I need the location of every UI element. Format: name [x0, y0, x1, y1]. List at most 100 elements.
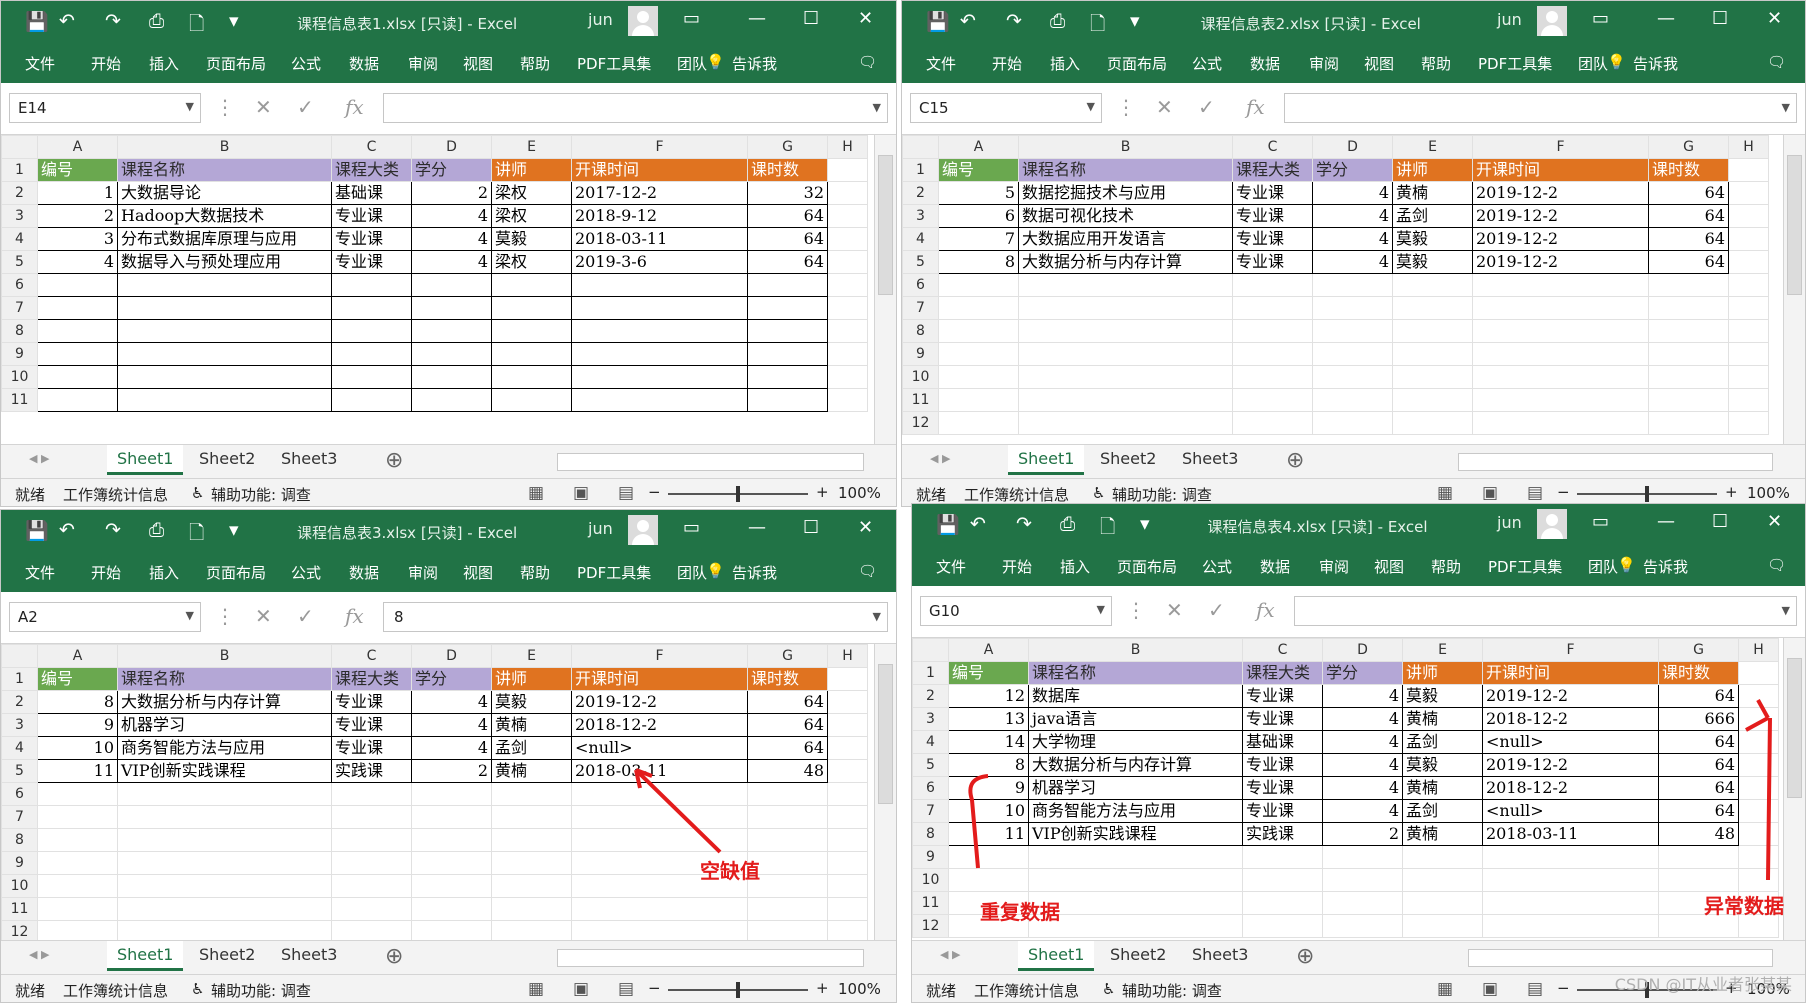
cell[interactable]: [747, 319, 828, 343]
cell[interactable]: [1392, 296, 1473, 320]
select-all-corner[interactable]: [902, 135, 939, 159]
row-header[interactable]: 11: [912, 891, 949, 915]
menu-item[interactable]: 告诉我: [1633, 53, 1678, 74]
menu-item[interactable]: 帮助: [1431, 556, 1461, 577]
cell[interactable]: [1232, 319, 1313, 343]
cell[interactable]: 莫毅: [1392, 250, 1473, 274]
cell[interactable]: [1728, 273, 1769, 297]
accessibility-icon[interactable]: ♿: [191, 484, 204, 502]
cell[interactable]: [1232, 388, 1313, 412]
add-sheet-icon[interactable]: ⊕: [1296, 944, 1314, 969]
status-stats[interactable]: 工作簿统计信息: [974, 980, 1079, 1001]
row-header[interactable]: 2: [1, 690, 38, 714]
column-header[interactable]: G: [747, 644, 828, 668]
new-file-icon[interactable]: 🗋: [1090, 10, 1105, 42]
cell[interactable]: [37, 805, 118, 829]
cell[interactable]: [411, 365, 492, 389]
scrollbar-thumb[interactable]: [878, 155, 893, 295]
menu-item[interactable]: 页面布局: [1107, 53, 1167, 74]
row-header[interactable]: 4: [902, 227, 939, 251]
cell[interactable]: [491, 897, 572, 921]
cell[interactable]: [571, 897, 748, 921]
header-cell[interactable]: 学分: [411, 158, 492, 182]
menu-item[interactable]: 帮助: [520, 53, 550, 74]
cell[interactable]: 2019-12-2: [571, 690, 748, 714]
cell[interactable]: [37, 874, 118, 898]
add-sheet-icon[interactable]: ⊕: [385, 448, 403, 473]
cell[interactable]: [117, 388, 332, 412]
row-header[interactable]: 5: [1, 250, 38, 274]
menu-item[interactable]: 审阅: [1309, 53, 1339, 74]
cell[interactable]: 专业课: [1232, 250, 1313, 274]
cell[interactable]: [117, 805, 332, 829]
cell[interactable]: 黄楠: [1392, 181, 1473, 205]
enter-icon[interactable]: ✓: [297, 95, 314, 119]
page-layout-icon[interactable]: ▣: [1482, 483, 1498, 503]
save-icon[interactable]: 💾: [25, 10, 49, 33]
row-header[interactable]: 4: [912, 730, 949, 754]
cell[interactable]: [37, 851, 118, 875]
vertical-scrollbar[interactable]: [874, 135, 896, 444]
expand-formula-icon[interactable]: ▼: [873, 610, 881, 623]
sheet-tab[interactable]: Sheet2: [189, 445, 265, 475]
cell[interactable]: 2019-12-2: [1472, 250, 1649, 274]
cell[interactable]: [331, 388, 412, 412]
undo-icon[interactable]: ↶: [960, 10, 976, 32]
cell[interactable]: 实践课: [1242, 822, 1323, 846]
cell[interactable]: 4: [1312, 204, 1393, 228]
cell[interactable]: [1028, 868, 1243, 892]
fx-icon[interactable]: fx: [345, 95, 364, 119]
cell[interactable]: [411, 874, 492, 898]
expand-formula-icon[interactable]: ▼: [1782, 101, 1790, 114]
cell[interactable]: [571, 805, 748, 829]
column-header[interactable]: F: [1472, 135, 1649, 159]
cell[interactable]: [1028, 914, 1243, 938]
zoom-out-icon[interactable]: −: [1557, 483, 1570, 501]
menu-item[interactable]: PDF工具集: [577, 53, 651, 74]
cell[interactable]: [1738, 776, 1779, 800]
vertical-scrollbar[interactable]: [1783, 638, 1805, 940]
cell[interactable]: 2018-12-2: [571, 713, 748, 737]
cell[interactable]: 4: [411, 736, 492, 760]
cell[interactable]: [411, 388, 492, 412]
enter-icon[interactable]: ✓: [297, 604, 314, 628]
cell[interactable]: [1728, 181, 1769, 205]
sheet-tab[interactable]: Sheet1: [1018, 941, 1095, 971]
cell[interactable]: [331, 782, 412, 806]
cell[interactable]: [1728, 411, 1769, 435]
column-header[interactable]: E: [491, 644, 572, 668]
column-header[interactable]: D: [411, 135, 492, 159]
cell[interactable]: [1232, 411, 1313, 435]
column-header[interactable]: D: [1322, 638, 1403, 662]
cell[interactable]: 4: [1312, 181, 1393, 205]
cell[interactable]: [37, 828, 118, 852]
menu-item[interactable]: 公式: [291, 562, 321, 583]
ribbon-display-icon[interactable]: ▭: [683, 8, 700, 29]
cell[interactable]: 8: [948, 753, 1029, 777]
header-cell[interactable]: 讲师: [1392, 158, 1473, 182]
column-header[interactable]: H: [827, 644, 868, 668]
cell[interactable]: [411, 782, 492, 806]
cell[interactable]: [37, 388, 118, 412]
cell[interactable]: [1018, 411, 1233, 435]
cell[interactable]: 大数据分析与内存计算: [117, 690, 332, 714]
cell[interactable]: 专业课: [331, 713, 412, 737]
column-header[interactable]: H: [1728, 135, 1769, 159]
cell[interactable]: 大数据导论: [117, 181, 332, 205]
cell[interactable]: [1482, 845, 1659, 869]
cell[interactable]: [1312, 296, 1393, 320]
cell[interactable]: 11: [948, 822, 1029, 846]
page-layout-icon[interactable]: ▣: [573, 483, 589, 503]
horizontal-scrollbar[interactable]: [557, 453, 864, 471]
zoom-out-icon[interactable]: −: [1557, 979, 1570, 997]
lightbulb-icon[interactable]: 💡: [706, 562, 725, 580]
cell[interactable]: [331, 851, 412, 875]
cell[interactable]: [827, 158, 868, 182]
cell[interactable]: [1232, 365, 1313, 389]
cell[interactable]: [1648, 388, 1729, 412]
accessibility-icon[interactable]: ♿: [1092, 484, 1105, 502]
cell[interactable]: 2019-12-2: [1472, 227, 1649, 251]
cell[interactable]: [331, 897, 412, 921]
cell[interactable]: 孟剑: [1392, 204, 1473, 228]
menu-item[interactable]: 告诉我: [732, 562, 777, 583]
